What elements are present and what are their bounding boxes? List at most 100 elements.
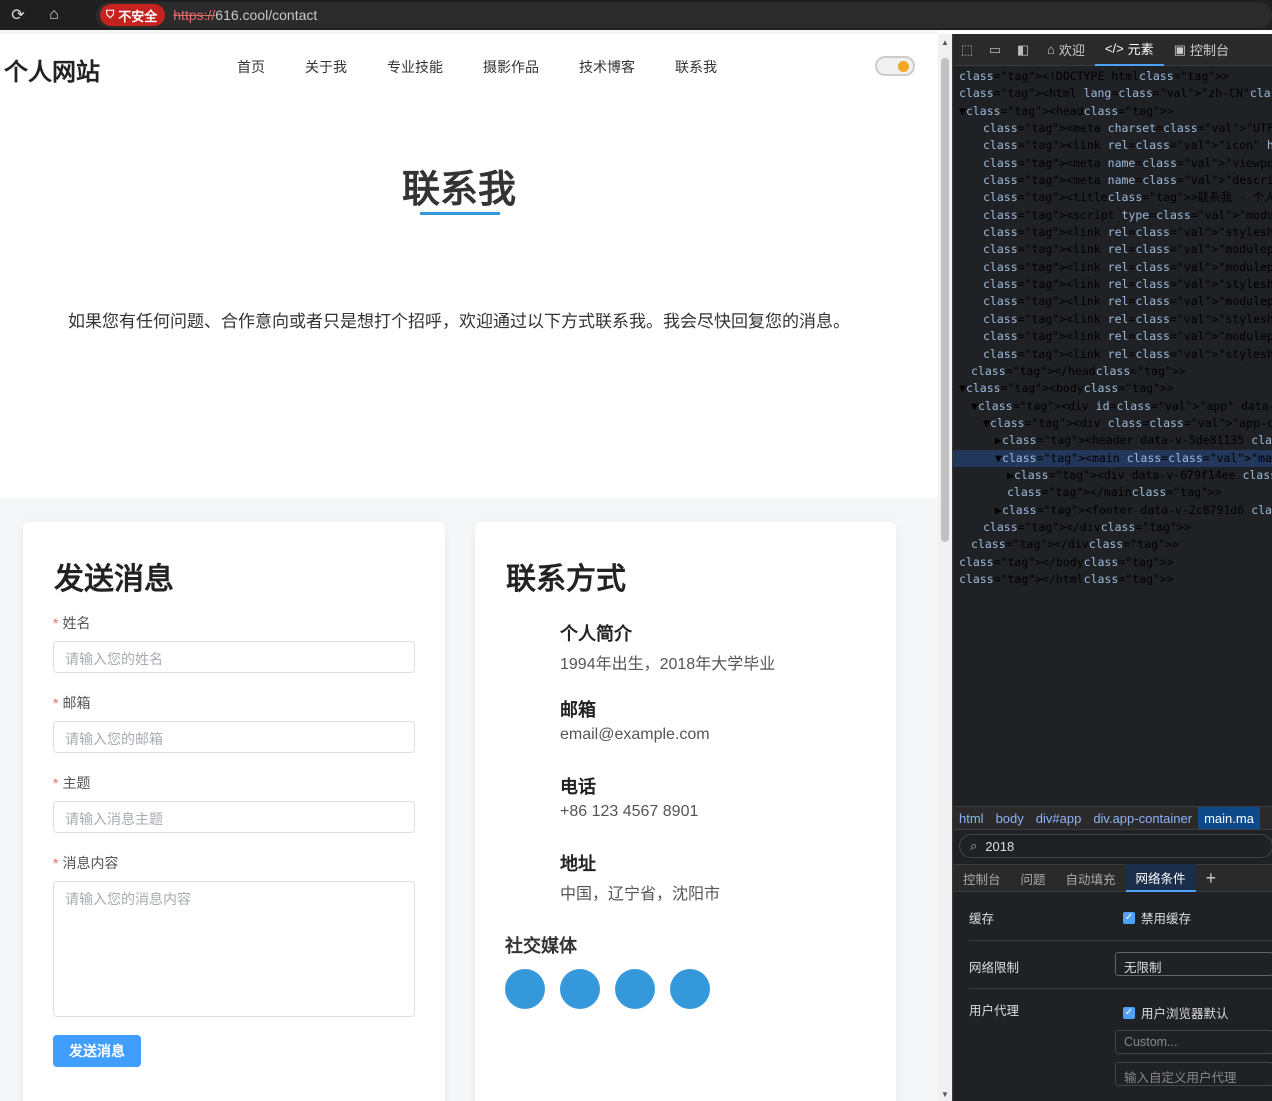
dom-node[interactable]: class="tag"><link rel=class="val">"style… [953,224,1272,241]
nav-blog[interactable]: 技术博客 [579,57,635,77]
dom-node[interactable]: class="tag"><link rel=class="val">"modul… [953,328,1272,345]
home-icon[interactable]: ⌂ [36,0,72,30]
breadcrumb-body[interactable]: body [990,811,1030,826]
page-title: 联系我 [401,169,516,211]
dom-node[interactable]: ▼class="tag"><div class=class="val">"app… [953,415,1272,432]
breadcrumb-app[interactable]: div#app [1030,811,1088,826]
tab-welcome[interactable]: ⌂ 欢迎 [1037,34,1095,66]
name-label: * 姓名 [53,613,90,633]
reload-icon[interactable]: ⟳ [0,0,36,30]
add-tab-icon[interactable]: + [1196,864,1227,892]
dom-node-selected[interactable]: ▼class="tag"><main class=class="val">"ma… [953,449,1272,467]
dom-node[interactable]: class="tag"><titleclass="tag">>联系我 - 个人网… [953,189,1272,206]
url-text[interactable]: https://616.cool/contact [173,7,317,23]
phone-title: 电话 [560,777,596,797]
scroll-down-icon[interactable]: ▼ [941,1090,949,1099]
divider [969,940,1272,941]
dom-node[interactable]: ▶class="tag"><div data-v-679f14ee class=… [953,467,1272,484]
dom-node[interactable]: class="tag"></headclass="tag">> [953,363,1272,380]
breadcrumb-container[interactable]: div.app-container [1087,811,1198,826]
search-icon: ⌕ [970,838,978,853]
nav-contact[interactable]: 联系我 [675,57,717,77]
page-scrollbar[interactable]: ▲ ▼ [938,34,952,1101]
name-input[interactable]: 请输入您的姓名 [53,641,415,673]
dom-node[interactable]: class="tag"></divclass="tag">> [953,519,1272,536]
intro-text: 如果您有任何问题、合作意向或者只是想打个招呼，欢迎通过以下方式联系我。我会尽快回… [68,312,850,331]
inspect-icon[interactable]: ⬚ [953,42,981,58]
dom-node[interactable]: class="tag"><link rel=class="val">"icon"… [953,137,1272,154]
dom-node[interactable]: class="tag"><link rel=class="val">"style… [953,311,1272,328]
dom-node[interactable]: class="tag"><meta name=class="val">"view… [953,155,1272,172]
phone-value[interactable]: +86 123 4567 8901 [560,803,698,821]
dom-node[interactable]: class="tag"><link rel=class="val">"style… [953,346,1272,363]
breadcrumb-main[interactable]: main.ma [1198,807,1260,829]
drawer-tab-autofill[interactable]: 自动填充 [1056,864,1126,892]
dom-node[interactable]: class="tag"><!DOCTYPE htmlclass="tag">> [953,68,1272,85]
message-placeholder: 请输入您的消息内容 [65,891,191,907]
subject-input[interactable]: 请输入消息主题 [53,801,415,833]
dom-node[interactable]: class="tag"></bodyclass="tag">> [953,554,1272,571]
social-link-3[interactable] [615,969,655,1009]
dom-node[interactable]: class="tag"><link rel=class="val">"style… [953,276,1272,293]
dom-node[interactable]: class="tag"><meta name=class="val">"desc… [953,172,1272,189]
dom-node[interactable]: class="tag"><link rel=class="val">"modul… [953,259,1272,276]
ua-default-checkbox[interactable]: ✓ 用户浏览器默认 [1123,1003,1229,1022]
email-value[interactable]: email@example.com [560,726,710,744]
send-message-button[interactable]: 发送消息 [53,1035,141,1067]
social-link-4[interactable] [670,969,710,1009]
nav-home[interactable]: 首页 [237,57,265,77]
custom-ua-input[interactable]: 输入自定义用户代理 [1115,1062,1272,1086]
drawer-tab-issues[interactable]: 问题 [1011,864,1056,892]
dom-node[interactable]: class="tag"><link rel=class="val">"modul… [953,241,1272,258]
subject-placeholder: 请输入消息主题 [65,811,163,827]
dom-node[interactable]: class="tag"></htmlclass="tag">> [953,571,1272,588]
bio-title: 个人简介 [560,624,632,644]
dom-node[interactable]: class="tag"><meta charset=class="val">"U… [953,120,1272,137]
drawer-tab-console[interactable]: 控制台 [953,864,1011,892]
dock-icon[interactable]: ◧ [1009,42,1037,58]
dom-node[interactable]: ▼class="tag"><headclass="tag">> [953,103,1272,120]
throttle-select[interactable]: 无限制 [1115,952,1272,976]
dom-node[interactable]: class="tag"><script type=class="val">"mo… [953,207,1272,224]
insecure-badge[interactable]: ⛉ 不安全 [100,4,166,26]
email-input[interactable]: 请输入您的邮箱 [53,721,415,753]
site-logo[interactable]: 个人网站 [4,52,100,87]
message-textarea[interactable]: 请输入您的消息内容 [53,881,415,1017]
throttle-label: 网络限制 [969,961,1020,975]
url-scheme: https:// [173,7,216,23]
nav-photography[interactable]: 摄影作品 [483,57,539,77]
dom-node[interactable]: class="tag"><link rel=class="val">"modul… [953,293,1272,310]
address-title: 地址 [560,854,596,874]
scroll-up-icon[interactable]: ▲ [941,38,949,47]
required-mark: * [53,615,59,631]
code-icon: </> [1104,41,1124,56]
nav-skills[interactable]: 专业技能 [387,57,443,77]
nav-about[interactable]: 关于我 [305,57,347,77]
custom-ua-select[interactable]: Custom... [1115,1030,1272,1054]
dom-node[interactable]: ▼class="tag"><div id=class="val">"app" d… [953,398,1272,415]
site-header: 个人网站 首页 关于我 专业技能 摄影作品 技术博客 联系我 [0,34,938,98]
dom-node[interactable]: class="tag"><html lang=class="val">"zh-C… [953,85,1272,102]
address-bar[interactable]: ⛉ 不安全 https://616.cool/contact [96,2,1272,28]
dom-node[interactable]: ▶class="tag"><footer data-v-2c8791d6 cla… [953,502,1272,519]
dom-search-input[interactable]: ⌕ 2018 [959,834,1272,858]
site-nav: 首页 关于我 专业技能 摄影作品 技术博客 联系我 [237,57,757,77]
tab-console-label: 控制台 [1189,43,1229,58]
social-link-2[interactable] [560,969,600,1009]
form-title: 发送消息 [54,563,174,596]
disable-cache-checkbox[interactable]: ✓ 禁用缓存 [1123,908,1191,927]
drawer-tab-network-conditions[interactable]: 网络条件 [1125,864,1196,892]
dom-node[interactable]: ▶class="tag"><header data-v-5de81135 cla… [953,432,1272,449]
dom-node[interactable]: ▼class="tag"><bodyclass="tag">> [953,380,1272,397]
required-mark: * [53,775,59,791]
device-toolbar-icon[interactable]: ▭ [981,42,1009,58]
scrollbar-thumb[interactable] [941,58,949,542]
tab-elements[interactable]: </> 元素 [1094,34,1164,66]
dom-node[interactable]: class="tag"></mainclass="tag">> [953,484,1272,501]
tab-console[interactable]: ▣ 控制台 [1164,34,1239,66]
breadcrumb-html[interactable]: html [953,811,990,826]
bio-value: 1994年出生，2018年大学毕业 [560,656,776,673]
dom-node[interactable]: class="tag"></divclass="tag">> [953,536,1272,553]
social-link-1[interactable] [505,969,545,1009]
theme-toggle[interactable] [875,56,915,76]
